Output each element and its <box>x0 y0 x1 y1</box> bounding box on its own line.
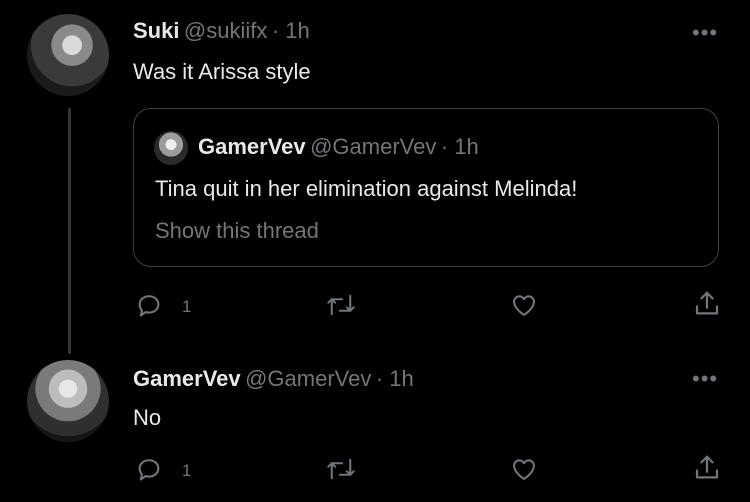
show-thread-link[interactable]: Show this thread <box>155 218 319 244</box>
thread-line <box>68 108 71 354</box>
quoted-text: Tina quit in her elimination against Mel… <box>155 176 578 201</box>
timestamp[interactable]: · 1h <box>272 18 310 43</box>
share-icon[interactable] <box>692 289 722 319</box>
display-name[interactable]: Suki <box>133 18 179 43</box>
handle[interactable]: @GamerVev <box>245 366 371 391</box>
more-icon[interactable]: ••• <box>692 366 718 392</box>
quoted-handle: @GamerVev <box>310 134 437 159</box>
tweet-text: Was it Arissa style <box>133 59 311 84</box>
quoted-avatar <box>154 131 188 165</box>
quoted-header: GamerVev @GamerVev · 1h <box>198 134 479 160</box>
retweet-icon[interactable] <box>326 455 356 483</box>
quoted-timestamp: · 1h <box>440 134 479 159</box>
quoted-display-name: GamerVev <box>198 134 306 159</box>
more-icon[interactable]: ••• <box>692 20 718 46</box>
handle[interactable]: @sukiifx <box>184 18 267 43</box>
retweet-icon[interactable] <box>326 291 356 319</box>
reply-icon[interactable] <box>135 455 163 483</box>
timestamp[interactable]: · 1h <box>376 366 414 391</box>
like-icon[interactable] <box>509 291 539 319</box>
tweet-text: No <box>133 405 162 430</box>
tweet-header: GamerVev @GamerVev · 1h <box>133 366 414 392</box>
avatar[interactable] <box>27 360 109 442</box>
share-icon[interactable] <box>692 453 722 483</box>
like-icon[interactable] <box>509 455 539 483</box>
avatar[interactable] <box>27 14 109 96</box>
reply-icon[interactable] <box>135 291 163 319</box>
reply-count: 1 <box>182 461 192 480</box>
reply-count: 1 <box>182 297 192 316</box>
tweet-header: Suki @sukiifx · 1h <box>133 18 310 44</box>
display-name[interactable]: GamerVev <box>133 366 241 391</box>
